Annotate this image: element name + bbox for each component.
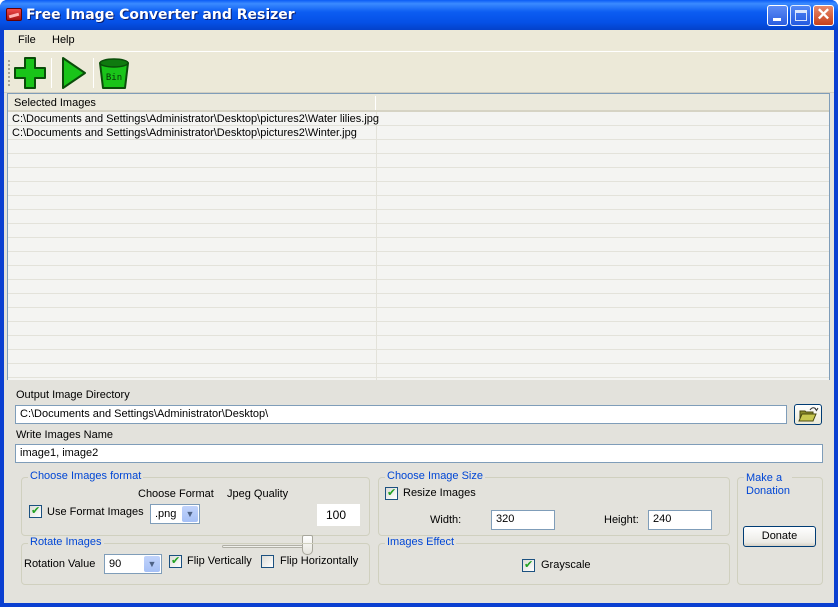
maximize-button[interactable] [790, 5, 811, 26]
flip-horizontal-checkbox[interactable] [261, 555, 274, 568]
bin-label: Bin [106, 73, 122, 83]
format-select[interactable]: .png ▼ [150, 504, 200, 524]
width-input[interactable]: 320 [491, 510, 555, 530]
format-select-value: .png [155, 508, 177, 520]
toolbar: Bin [4, 52, 834, 93]
menu-bar: File Help [4, 30, 834, 52]
browse-folder-button[interactable] [794, 404, 822, 425]
jpeg-quality-input[interactable]: 100 [317, 504, 360, 526]
grayscale-checkbox[interactable] [522, 558, 535, 572]
column-gridline [376, 112, 377, 380]
use-format-label: Use Format Images [47, 506, 144, 518]
title-bar[interactable]: Free Image Converter and Resizer ✕ [0, 0, 838, 30]
client-area: File Help Bin Selected Images C:\Documen… [4, 30, 834, 603]
maximize-icon [795, 10, 807, 21]
flip-vertical-checkbox[interactable] [169, 554, 182, 568]
start-convert-button[interactable] [56, 55, 92, 91]
chevron-down-icon[interactable]: ▼ [182, 506, 198, 522]
output-directory-label: Output Image Directory [16, 389, 130, 401]
minimize-icon [773, 18, 781, 21]
rotation-value-label: Rotation Value [24, 558, 96, 570]
folder-open-icon [798, 407, 819, 422]
app-icon [6, 8, 22, 21]
flip-vertical-label: Flip Vertically [187, 555, 252, 567]
menu-file[interactable]: File [12, 34, 42, 46]
list-item[interactable]: C:\Documents and Settings\Administrator\… [8, 126, 829, 140]
clear-bin-button[interactable]: Bin [96, 55, 132, 91]
images-effect-group-title: Images Effect [385, 536, 457, 548]
donate-button[interactable]: Donate [743, 526, 816, 547]
add-icon [14, 57, 46, 89]
format-group-title: Choose Images format [28, 470, 144, 482]
images-name-label: Write Images Name [16, 429, 113, 441]
resize-images-checkbox[interactable] [385, 486, 398, 500]
grayscale-label: Grayscale [541, 559, 591, 571]
play-icon [62, 57, 86, 89]
rotation-select-value: 90 [109, 558, 122, 570]
donation-title-line1: Make a [746, 472, 783, 484]
image-size-group-title: Choose Image Size [385, 470, 485, 482]
close-button[interactable]: ✕ [813, 5, 834, 26]
bin-icon: Bin [99, 58, 129, 89]
app-window: Free Image Converter and Resizer ✕ File … [0, 0, 838, 607]
flip-horizontal-label: Flip Horizontally [280, 555, 359, 567]
close-icon: ✕ [816, 5, 831, 24]
donation-title-line2: Donation [746, 485, 791, 497]
minimize-button[interactable] [767, 5, 788, 26]
list-header: Selected Images [8, 94, 829, 112]
column-header-selected-images[interactable]: Selected Images [14, 97, 96, 109]
window-bottom-border [4, 603, 834, 607]
window-title: Free Image Converter and Resizer [26, 7, 295, 23]
column-divider[interactable] [375, 96, 376, 110]
choose-format-label: Choose Format [138, 488, 214, 500]
images-name-input[interactable]: image1, image2 [15, 444, 823, 463]
add-images-button[interactable] [12, 55, 48, 91]
width-label: Width: [430, 514, 462, 526]
menu-help[interactable]: Help [46, 34, 81, 46]
use-format-checkbox[interactable] [29, 504, 42, 518]
list-item[interactable]: C:\Documents and Settings\Administrator\… [8, 112, 829, 126]
chevron-down-icon[interactable]: ▼ [144, 556, 160, 572]
output-directory-input[interactable]: C:\Documents and Settings\Administrator\… [15, 405, 787, 424]
height-input[interactable]: 240 [648, 510, 712, 530]
list-rows: C:\Documents and Settings\Administrator\… [8, 112, 829, 380]
resize-images-label: Resize Images [403, 487, 476, 499]
rotate-group-title: Rotate Images [28, 536, 104, 548]
toolbar-separator [93, 58, 94, 88]
toolbar-grip[interactable] [8, 60, 10, 88]
donation-group-title: Make a Donation [744, 472, 793, 498]
jpeg-quality-label: Jpeg Quality [227, 488, 289, 500]
toolbar-separator [51, 58, 52, 88]
selected-images-list[interactable]: Selected Images C:\Documents and Setting… [7, 93, 830, 380]
rotation-select[interactable]: 90 ▼ [104, 554, 162, 574]
height-label: Height: [604, 514, 639, 526]
